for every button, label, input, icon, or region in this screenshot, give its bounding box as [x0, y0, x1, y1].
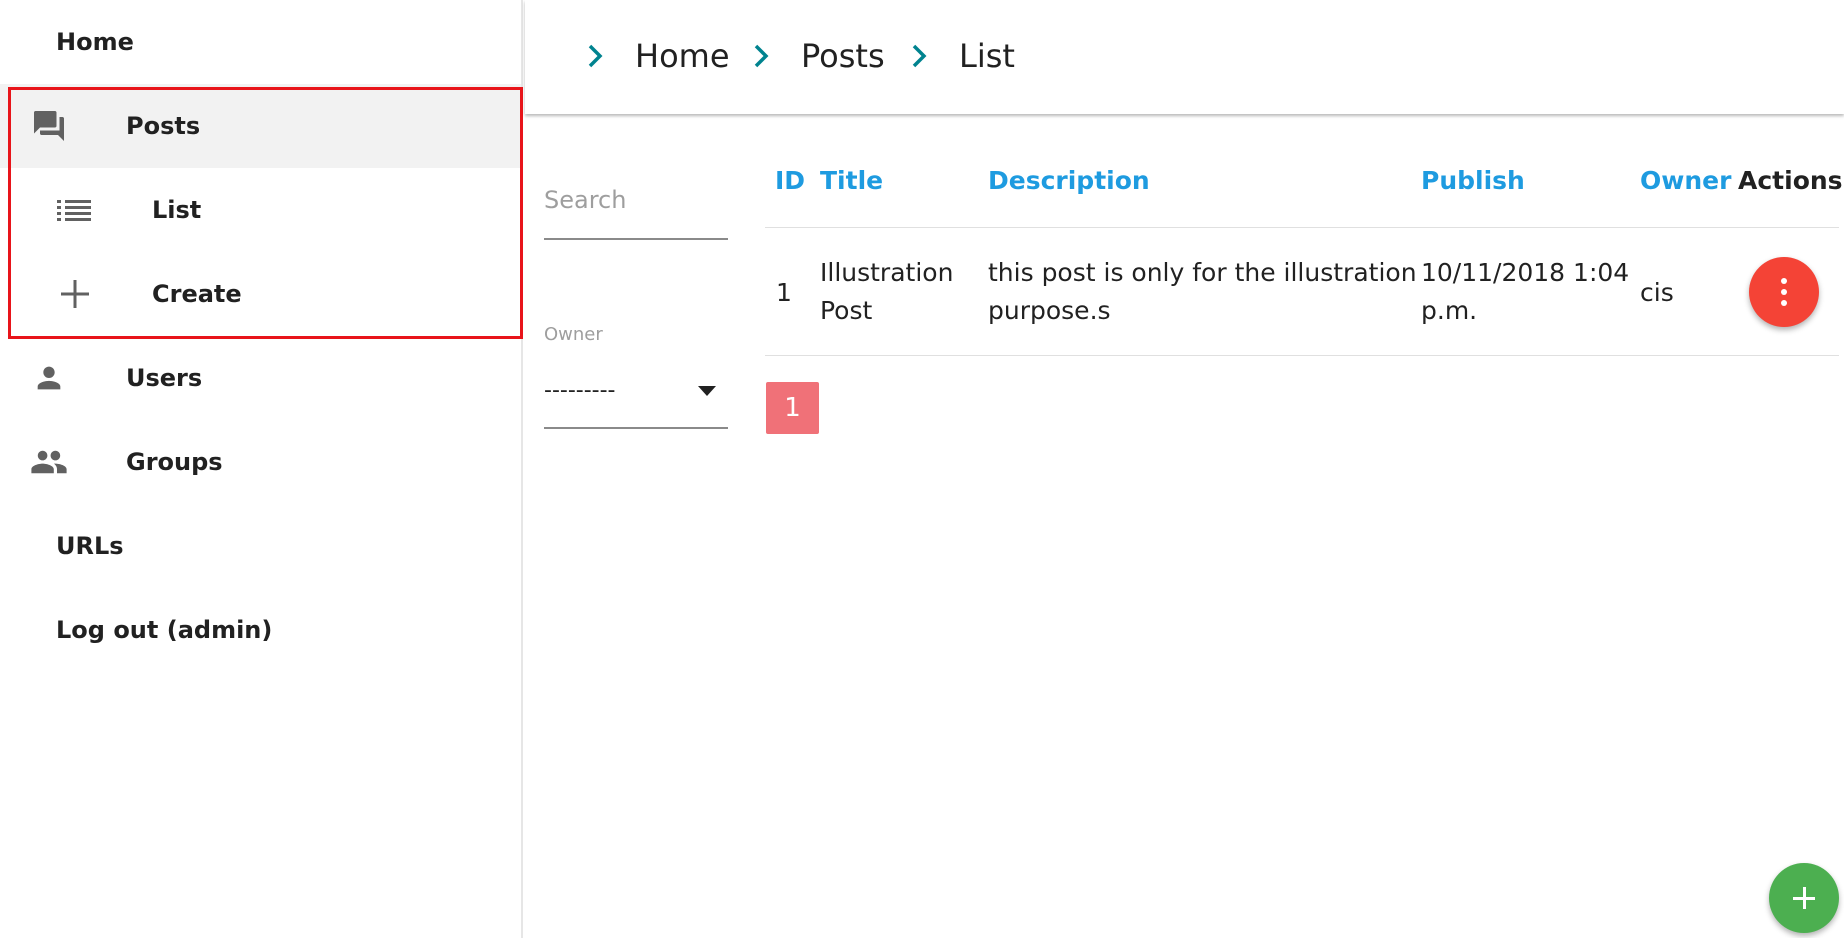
- cell-title-line: Post: [820, 296, 873, 325]
- chevron-right-icon: [912, 44, 927, 68]
- cell-publish-line: p.m.: [1421, 296, 1478, 325]
- sidebar-item-home[interactable]: Home: [0, 0, 521, 84]
- forum-icon: [30, 84, 68, 168]
- plus-icon-stroke: [1802, 887, 1806, 909]
- sidebar-item-logout[interactable]: Log out (admin): [0, 588, 521, 672]
- sidebar-item-create[interactable]: Create: [0, 252, 521, 336]
- sidebar-item-groups[interactable]: Groups: [0, 420, 521, 504]
- column-header-title[interactable]: Title: [820, 166, 883, 195]
- sidebar: Home Posts List Create Users Groups URLs…: [0, 0, 523, 938]
- sidebar-item-label: Log out (admin): [56, 616, 273, 644]
- group-icon: [28, 420, 70, 504]
- cell-description-line: this post is only for the illustration: [988, 258, 1417, 287]
- table-divider: [765, 227, 1839, 228]
- chevron-right-icon: [754, 44, 769, 68]
- cell-id: 1: [776, 278, 792, 307]
- breadcrumb-label: List: [959, 37, 1015, 75]
- breadcrumb-label: Posts: [801, 37, 885, 75]
- search-underline: [544, 238, 728, 240]
- chevron-right-icon: [588, 44, 603, 68]
- owner-label: Owner: [544, 324, 603, 345]
- sidebar-item-posts[interactable]: Posts: [0, 84, 521, 168]
- column-header-publish[interactable]: Publish: [1421, 166, 1525, 195]
- cell-title: Illustration Post: [820, 254, 953, 330]
- search-input[interactable]: Search: [544, 186, 626, 214]
- sidebar-item-label: Users: [126, 364, 203, 392]
- plus-icon: [61, 252, 89, 336]
- column-header-id[interactable]: ID: [775, 166, 805, 195]
- person-icon: [32, 336, 66, 420]
- sidebar-item-list[interactable]: List: [0, 168, 521, 252]
- column-header-actions: Actions: [1738, 166, 1843, 195]
- sidebar-item-label: Posts: [126, 112, 201, 140]
- cell-description-line: purpose.s: [988, 296, 1111, 325]
- sidebar-item-urls[interactable]: URLs: [0, 504, 521, 588]
- sidebar-item-label: Home: [56, 28, 134, 56]
- owner-underline: [544, 427, 728, 429]
- list-icon: [57, 168, 91, 252]
- owner-select[interactable]: ---------: [544, 372, 728, 412]
- cell-publish-line: 10/11/2018 1:04: [1421, 258, 1630, 287]
- breadcrumb-item-list[interactable]: List: [909, 0, 1015, 112]
- more-vert-icon-dot: [1781, 300, 1787, 306]
- sidebar-item-label: URLs: [56, 532, 124, 560]
- cell-publish: 10/11/2018 1:04 p.m.: [1421, 254, 1629, 330]
- add-post-button[interactable]: [1769, 863, 1839, 933]
- pagination-page-button[interactable]: 1: [766, 382, 819, 434]
- column-header-owner[interactable]: Owner: [1640, 166, 1731, 195]
- sidebar-item-label: List: [152, 196, 202, 224]
- more-vert-icon-dot: [1781, 289, 1787, 295]
- row-actions-button[interactable]: [1749, 257, 1819, 327]
- more-vert-icon: [1781, 278, 1787, 284]
- breadcrumb: Home Posts List: [525, 0, 1844, 114]
- cell-description: this post is only for the illustration p…: [988, 254, 1417, 330]
- dropdown-arrow-icon: [698, 386, 716, 396]
- sidebar-item-users[interactable]: Users: [0, 336, 521, 420]
- column-header-description[interactable]: Description: [988, 166, 1150, 195]
- cell-owner: cis: [1640, 278, 1674, 307]
- breadcrumb-item-home[interactable]: Home: [585, 0, 730, 112]
- table-divider: [765, 355, 1839, 356]
- cell-title-line: Illustration: [820, 258, 954, 287]
- sidebar-item-label: Create: [152, 280, 242, 308]
- breadcrumb-item-posts[interactable]: Posts: [751, 0, 885, 112]
- sidebar-item-label: Groups: [126, 448, 223, 476]
- breadcrumb-label: Home: [635, 37, 730, 75]
- owner-select-value: ---------: [544, 378, 616, 403]
